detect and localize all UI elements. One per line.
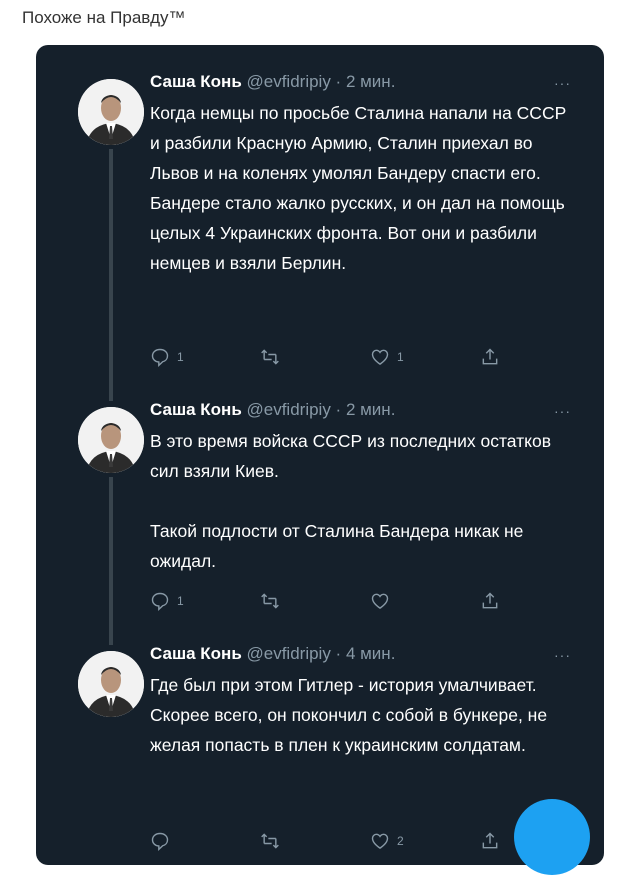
avatar[interactable] [78, 79, 144, 145]
heart-icon [371, 593, 389, 609]
share-button[interactable] [480, 829, 500, 853]
author-handle-time[interactable]: @evfidripiy · 4 мин. [247, 644, 396, 663]
reply-button[interactable] [150, 829, 177, 853]
tweet-thread-panel: Саша Конь @evfidripiy · 2 мин. ··· Когда… [36, 45, 604, 865]
reply-button[interactable]: 1 [150, 589, 184, 613]
share-button[interactable] [480, 589, 500, 613]
retweet-icon [261, 349, 279, 365]
retweet-button[interactable] [260, 589, 287, 613]
avatar[interactable] [78, 407, 144, 473]
more-options-icon[interactable]: ··· [554, 75, 571, 91]
tweet-actions: 2 [150, 829, 570, 853]
author-handle-time[interactable]: @evfidripiy · 2 мин. [247, 400, 396, 419]
tweet-text: В это время войска СССР из последних ост… [150, 431, 552, 571]
reply-icon [151, 832, 169, 851]
avatar[interactable] [78, 651, 144, 717]
author-name[interactable]: Саша Конь [150, 400, 242, 419]
retweet-icon [261, 833, 279, 849]
thread-line [109, 149, 113, 401]
reply-icon [151, 348, 169, 367]
compose-fab[interactable] [514, 799, 590, 875]
retweet-button[interactable] [260, 345, 287, 369]
like-button[interactable]: 2 [370, 829, 404, 853]
share-icon [482, 592, 498, 609]
share-button[interactable] [480, 345, 500, 369]
retweet-icon [261, 593, 279, 609]
reply-count: 1 [177, 350, 184, 364]
reply-button[interactable]: 1 [150, 345, 184, 369]
retweet-button[interactable] [260, 829, 287, 853]
avatar-photo-icon [78, 79, 144, 145]
reply-count: 1 [177, 594, 184, 608]
like-count: 1 [397, 350, 404, 364]
more-options-icon[interactable]: ··· [554, 647, 571, 663]
author-handle-time[interactable]: @evfidripiy · 2 мин. [247, 72, 396, 91]
share-icon [482, 832, 498, 849]
like-button[interactable]: 1 [370, 345, 404, 369]
like-button[interactable] [370, 589, 397, 613]
tweet-actions: 1 [150, 589, 570, 613]
post-caption: Похоже на Правду™ [22, 8, 186, 27]
author-name[interactable]: Саша Конь [150, 72, 242, 91]
more-options-icon[interactable]: ··· [554, 403, 571, 419]
thread-line [109, 477, 113, 645]
heart-icon [371, 833, 389, 849]
tweet-actions: 1 1 [150, 345, 570, 369]
avatar-photo-icon [78, 407, 144, 473]
avatar-photo-icon [78, 651, 144, 717]
heart-icon [371, 349, 389, 365]
share-icon [482, 348, 498, 365]
author-name[interactable]: Саша Конь [150, 644, 242, 663]
reply-icon [151, 592, 169, 611]
tweet-text: Когда немцы по просьбе Сталина напали на… [150, 103, 567, 273]
like-count: 2 [397, 834, 404, 848]
tweet-text: Где был при этом Гитлер - история умалчи… [150, 675, 548, 755]
